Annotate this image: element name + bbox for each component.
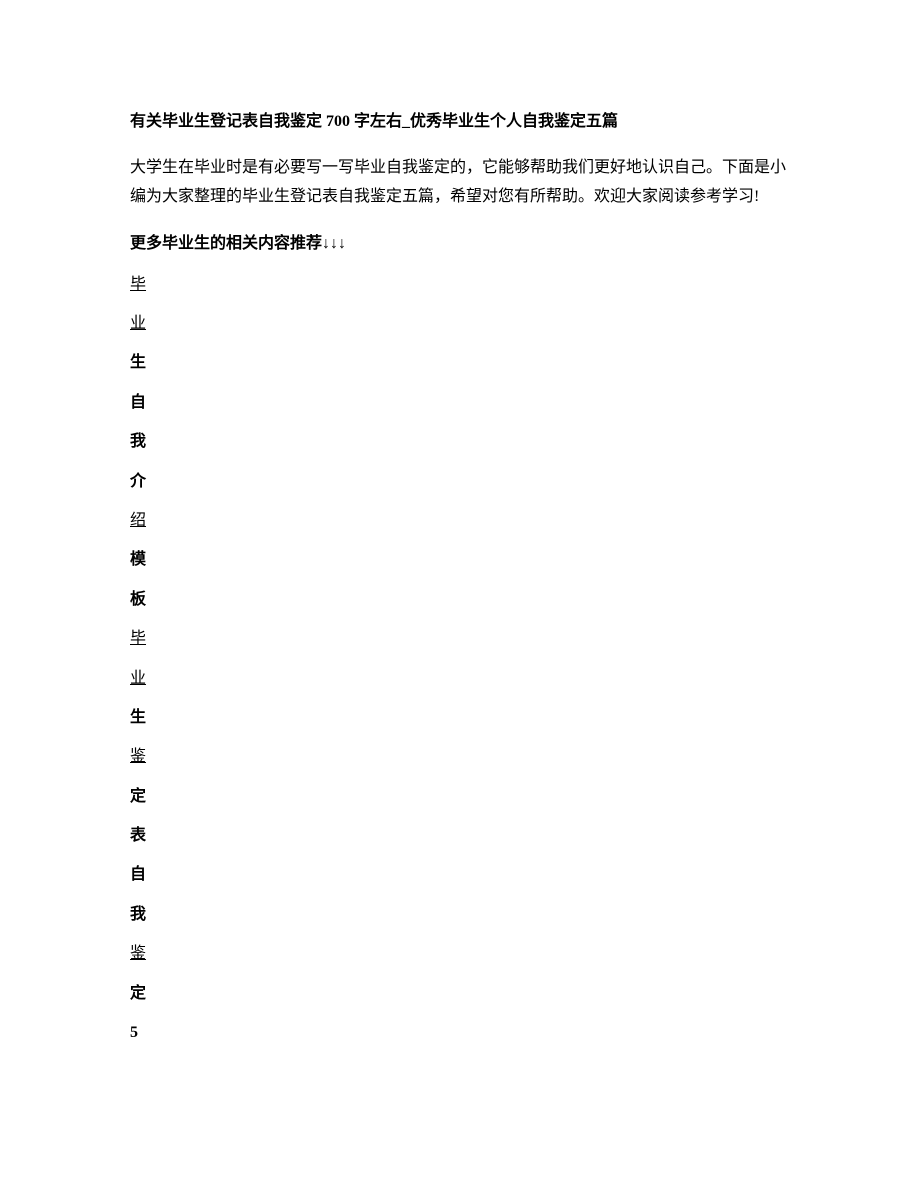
vchar-item: 鉴 <box>130 746 790 768</box>
vchar-item: 鉴 <box>130 943 790 965</box>
document-title: 有关毕业生登记表自我鉴定 700 字左右_优秀毕业生个人自我鉴定五篇 <box>130 110 790 134</box>
vchar-item: 我 <box>130 904 790 926</box>
vchar-item: 毕 <box>130 274 790 296</box>
vchar-item: 自 <box>130 392 790 414</box>
vchar-item: 毕 <box>130 628 790 650</box>
vchar-item: 定 <box>130 786 790 808</box>
vchar-item: 表 <box>130 825 790 847</box>
document-intro: 大学生在毕业时是有必要写一写毕业自我鉴定的，它能够帮助我们更好地认识自己。下面是… <box>130 154 790 212</box>
vchar-item: 自 <box>130 864 790 886</box>
vchar-item: 模 <box>130 549 790 571</box>
vertical-char-list: 毕业生自我介绍模板毕业生鉴定表自我鉴定5 <box>130 274 790 1045</box>
vchar-item: 业 <box>130 313 790 335</box>
recommend-heading: 更多毕业生的相关内容推荐↓↓↓ <box>130 232 790 256</box>
vchar-item: 板 <box>130 589 790 611</box>
vchar-item: 绍 <box>130 510 790 532</box>
vchar-item: 5 <box>130 1022 790 1044</box>
vchar-item: 介 <box>130 471 790 493</box>
vchar-item: 我 <box>130 431 790 453</box>
vchar-item: 生 <box>130 352 790 374</box>
vchar-item: 生 <box>130 707 790 729</box>
vchar-item: 业 <box>130 668 790 690</box>
vchar-item: 定 <box>130 983 790 1005</box>
